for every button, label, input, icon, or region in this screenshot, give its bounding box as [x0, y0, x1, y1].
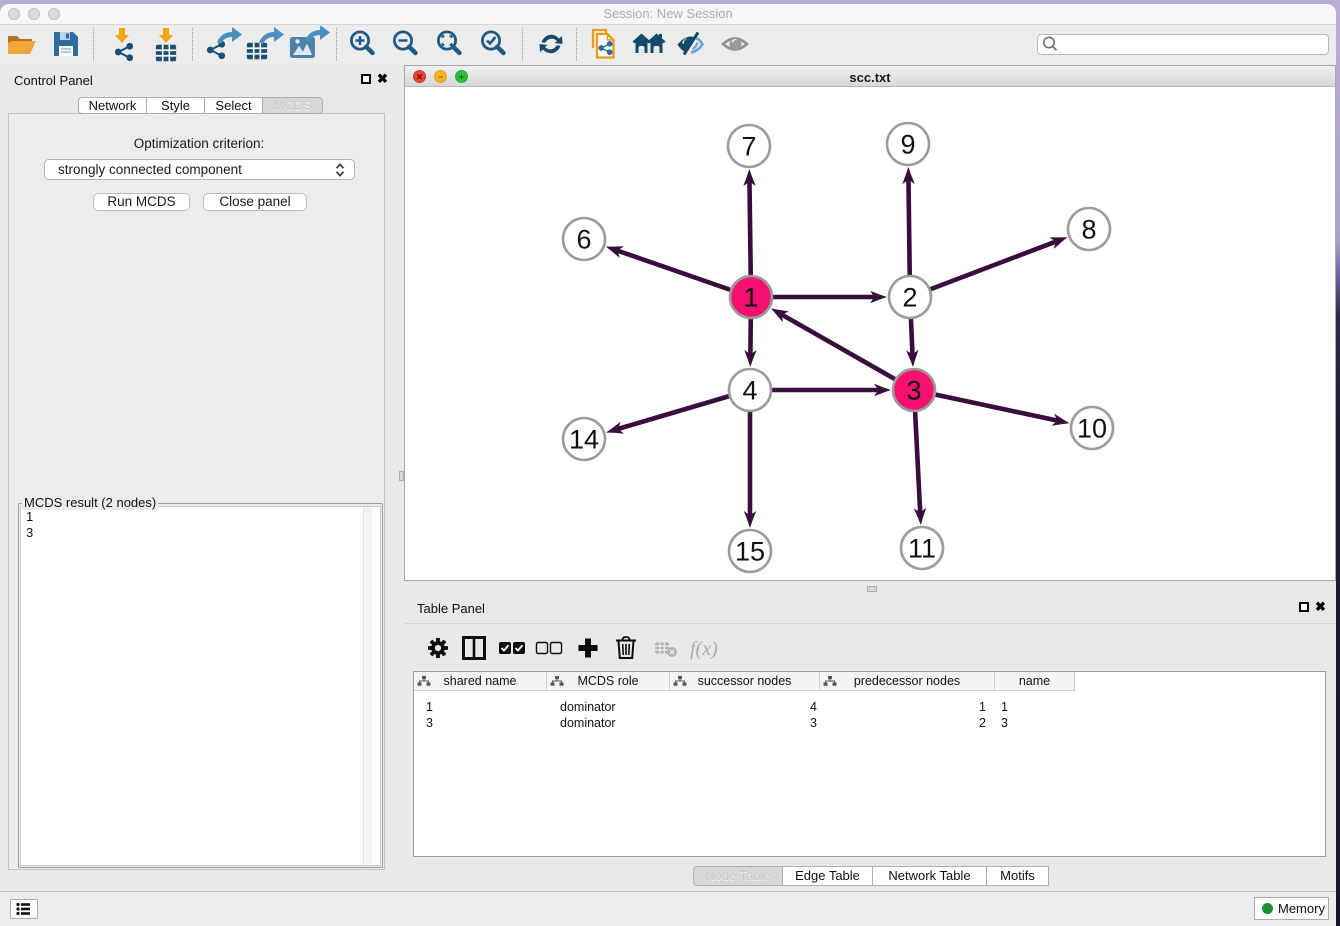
svg-text:4: 4: [742, 376, 757, 406]
svg-text:7: 7: [741, 132, 756, 162]
svg-text:2: 2: [902, 283, 917, 313]
svg-text:6: 6: [576, 225, 591, 255]
svg-text:3: 3: [906, 376, 921, 406]
svg-text:f(x): f(x): [690, 638, 718, 660]
svg-text:1: 1: [743, 283, 758, 313]
svg-text:8: 8: [1081, 215, 1096, 245]
svg-text:15: 15: [735, 537, 765, 567]
svg-text:10: 10: [1077, 414, 1107, 444]
svg-text:14: 14: [569, 425, 599, 455]
svg-text:11: 11: [908, 534, 936, 564]
svg-text:9: 9: [900, 130, 915, 160]
